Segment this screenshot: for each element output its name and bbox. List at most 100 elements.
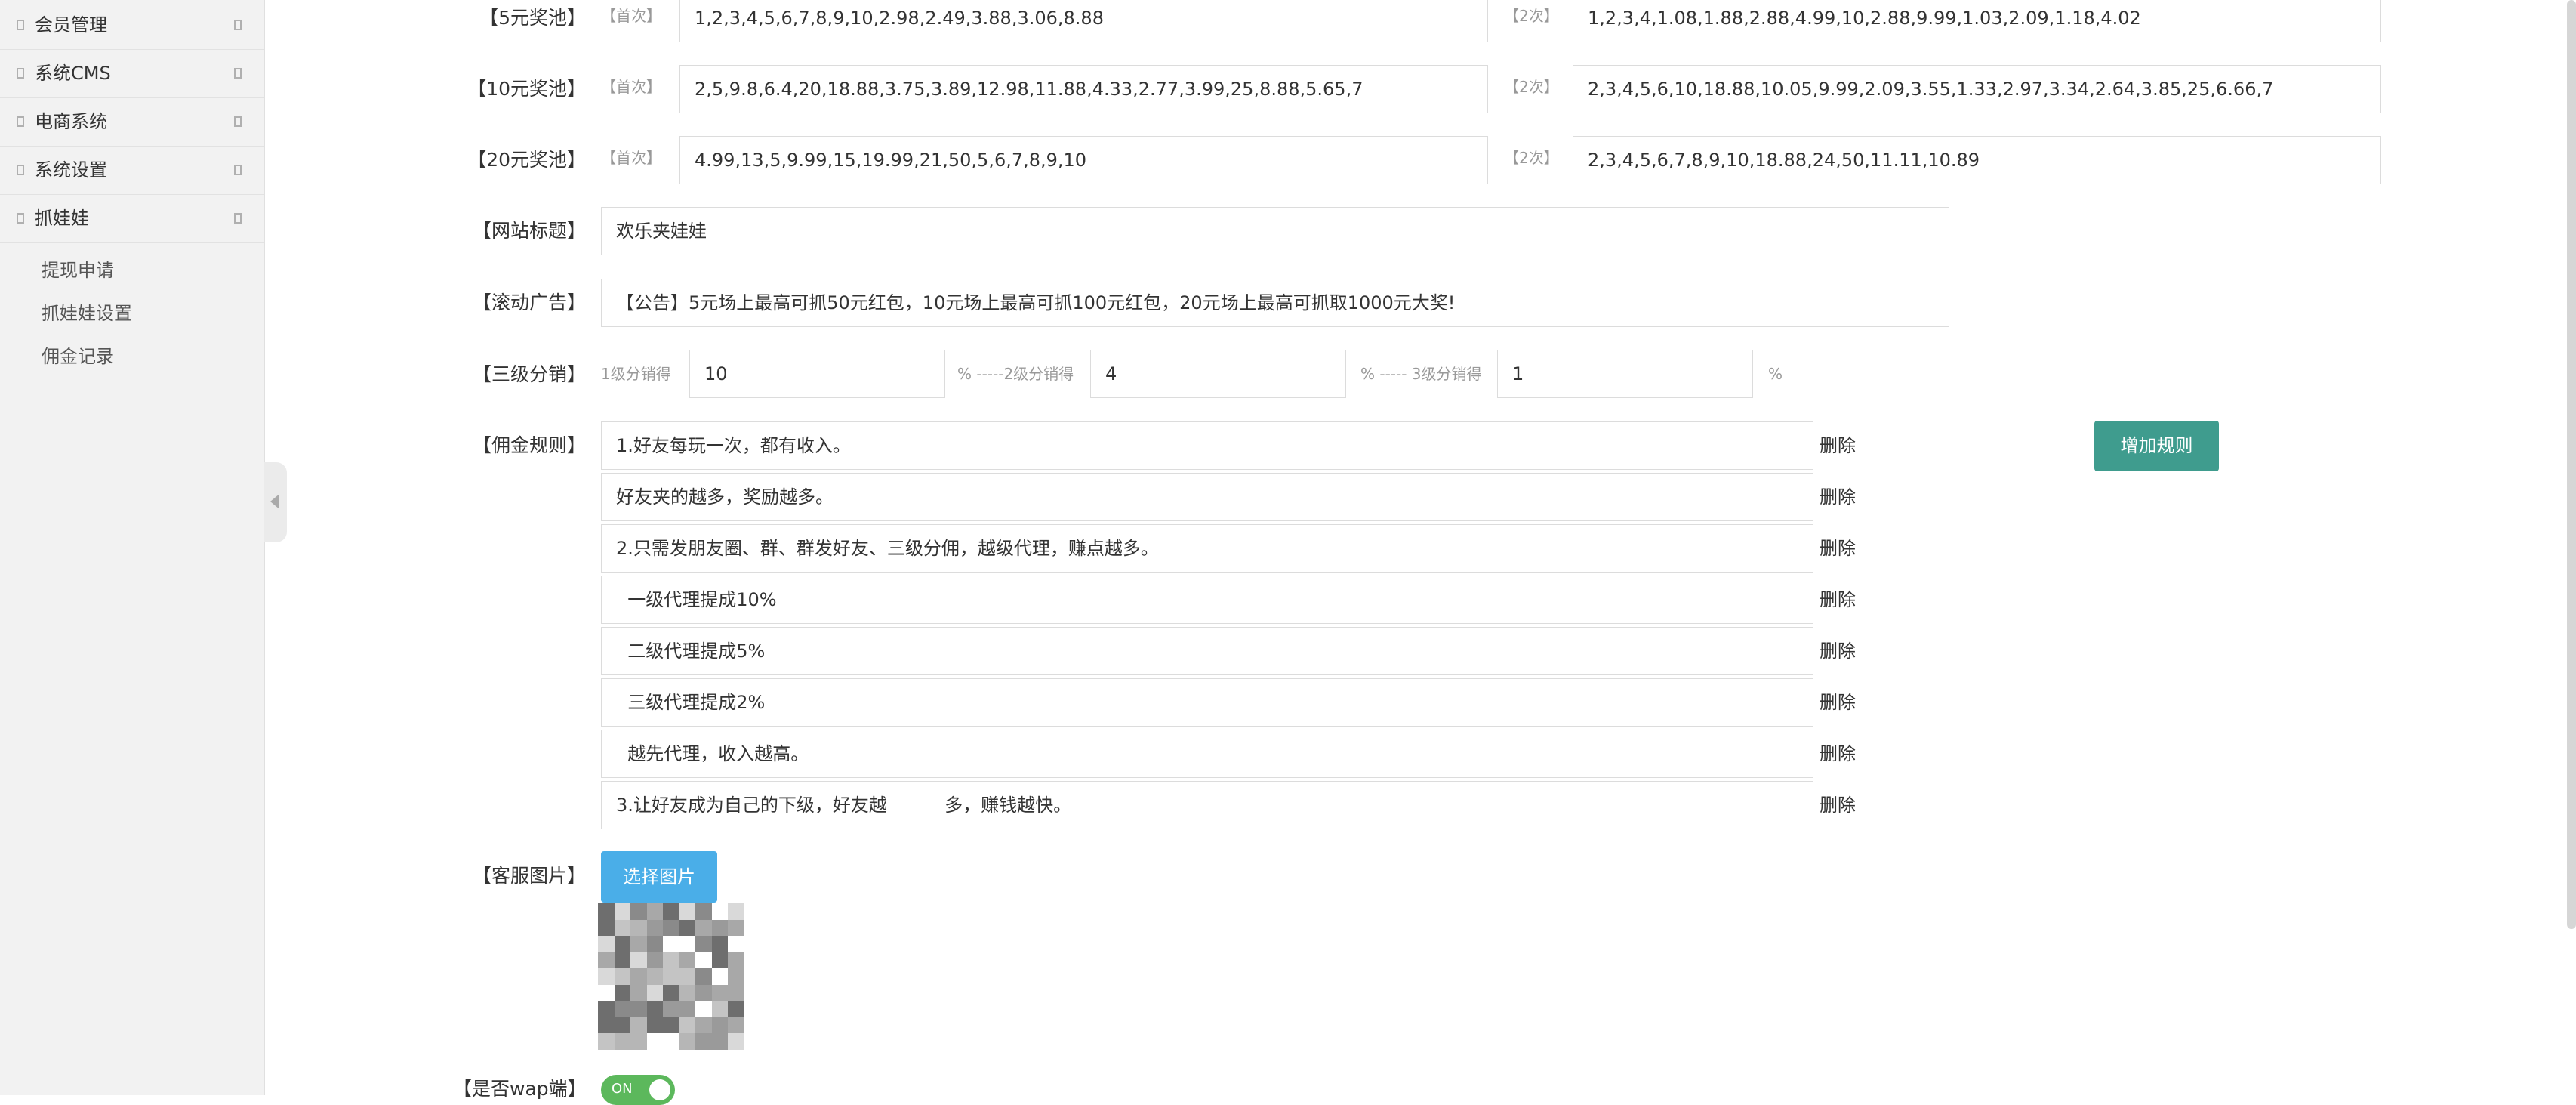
pool-10-first-tag: 【首次】 (601, 78, 661, 96)
expand-icon (234, 20, 242, 30)
delete-rule-link[interactable]: 删除 (1820, 794, 1856, 816)
qr-pixel (630, 1017, 647, 1034)
qr-pixel (728, 936, 744, 952)
sidebar-collapse-handle[interactable] (264, 462, 287, 542)
qr-pixel (663, 968, 679, 985)
qr-pixel (646, 1033, 664, 1050)
qr-pixel (646, 1001, 664, 1017)
pool-10-second-input[interactable]: 2,3,4,5,6,10,18.88,10.05,9.99,2.09,3.55,… (1573, 65, 2381, 113)
qr-pixel (663, 984, 679, 1002)
pool-20-first-input[interactable]: 4.99,13,5,9.99,15,19.99,21,50,5,6,7,8,9,… (679, 136, 1488, 184)
level3-input[interactable]: 1 (1497, 350, 1753, 398)
pool-10-first-input[interactable]: 2,5,9.8,6.4,20,18.88,3.75,3.89,12.98,11.… (679, 65, 1488, 113)
delete-rule-link[interactable]: 删除 (1820, 691, 1856, 714)
menu-item-settings[interactable]: 系统设置 (0, 147, 264, 195)
rule-input[interactable]: 二级代理提成5% (601, 627, 1813, 675)
rule-input[interactable]: 1.好友每玩一次，都有收入。 (601, 421, 1813, 470)
submenu-commission-records[interactable]: 佣金记录 (42, 345, 114, 368)
menu-label: 电商系统 (35, 111, 107, 132)
pool-5-first-tag: 【首次】 (601, 7, 661, 25)
qr-pixel (646, 903, 664, 920)
qr-pixel (614, 1033, 631, 1050)
submenu-claw-settings[interactable]: 抓娃娃设置 (42, 302, 132, 325)
qr-pixel (614, 1017, 631, 1034)
select-image-button[interactable]: 选择图片 (601, 851, 717, 903)
level2-input[interactable]: 4 (1090, 350, 1346, 398)
qr-pixel (614, 984, 631, 1002)
pool-10-label: 【10元奖池】 (467, 78, 586, 100)
delete-rule-link[interactable]: 删除 (1820, 537, 1856, 560)
wap-toggle[interactable]: ON (601, 1075, 675, 1105)
qr-pixel (679, 903, 696, 920)
qr-pixel (679, 1033, 696, 1050)
sidebar: 会员管理 系统CMS 电商系统 系统设置 抓娃娃 提现申请 抓娃娃设置 佣金记录 (0, 0, 265, 1095)
qr-pixel (598, 903, 615, 920)
qr-pixel (695, 903, 712, 920)
qr-pixel (695, 952, 712, 969)
menu-label: 系统CMS (35, 63, 111, 84)
qr-pixel (728, 952, 744, 969)
menu-item-cms[interactable]: 系统CMS (0, 50, 264, 98)
delete-rule-link[interactable]: 删除 (1820, 434, 1856, 457)
menu-icon (17, 165, 24, 175)
pool-20-label: 【20元奖池】 (467, 149, 586, 171)
delete-rule-link[interactable]: 删除 (1820, 640, 1856, 662)
menu-icon (17, 20, 24, 30)
site-title-input[interactable]: 欢乐夹娃娃 (601, 207, 1949, 255)
menu-item-member[interactable]: 会员管理 (0, 2, 264, 50)
qr-pixel (679, 984, 696, 1002)
rule-input[interactable]: 三级代理提成2% (601, 678, 1813, 727)
toggle-state: ON (612, 1081, 633, 1097)
qr-pixel (728, 968, 744, 985)
menu-item-ecommerce[interactable]: 电商系统 (0, 98, 264, 147)
rule-input[interactable]: 一级代理提成10% (601, 576, 1813, 624)
qr-pixel (695, 1001, 712, 1017)
qr-pixel (598, 1033, 615, 1050)
pool-5-second-input[interactable]: 1,2,3,4,1.08,1.88,2.88,4.99,10,2.88,9.99… (1573, 0, 2381, 42)
rule-input[interactable]: 越先代理，收入越高。 (601, 730, 1813, 778)
site-title-label: 【网站标题】 (472, 220, 586, 242)
qr-pixel (679, 936, 696, 952)
rule-input[interactable]: 3.让好友成为自己的下级，好友越 多，赚钱越快。 (601, 781, 1813, 829)
menu-label: 系统设置 (35, 159, 107, 181)
qr-pixel (646, 984, 664, 1002)
qr-pixel (679, 1017, 696, 1034)
qr-pixel (614, 936, 631, 952)
pool-20-first-tag: 【首次】 (601, 149, 661, 167)
qr-pixel (614, 903, 631, 920)
delete-rule-link[interactable]: 删除 (1820, 588, 1856, 611)
qr-pixel (646, 952, 664, 969)
delete-rule-link[interactable]: 删除 (1820, 742, 1856, 765)
level1-input[interactable]: 10 (689, 350, 945, 398)
qr-pixel (679, 1001, 696, 1017)
qr-pixel (630, 1033, 647, 1050)
level1-label: 1级分销得 (601, 365, 671, 383)
qr-pixel (695, 984, 712, 1002)
pool-20-second-input[interactable]: 2,3,4,5,6,7,8,9,10,18.88,24,50,11.11,10.… (1573, 136, 2381, 184)
qr-pixel (679, 968, 696, 985)
qr-pixel (598, 984, 615, 1002)
page-scrollbar[interactable] (2567, 0, 2576, 929)
qr-pixel (695, 1033, 712, 1050)
qr-pixel (711, 936, 729, 952)
menu-item-claw-machine[interactable]: 抓娃娃 (0, 195, 264, 243)
rule-input[interactable]: 好友夹的越多，奖励越多。 (601, 473, 1813, 521)
qr-pixel (630, 952, 647, 969)
expand-icon (234, 68, 242, 79)
expand-icon (234, 165, 242, 175)
delete-rule-link[interactable]: 删除 (1820, 486, 1856, 508)
qr-pixel (711, 984, 729, 1002)
add-rule-button[interactable]: 增加规则 (2094, 421, 2219, 471)
qr-pixel (630, 968, 647, 985)
qr-pixel (679, 919, 696, 937)
submenu-withdraw-requests[interactable]: 提现申请 (42, 259, 114, 282)
rule-input[interactable]: 2.只需发朋友圈、群、群发好友、三级分佣，越级代理，赚点越多。 (601, 524, 1813, 573)
scroll-ad-input[interactable]: 【公告】5元场上最高可抓50元红包，10元场上最高可抓100元红包，20元场上最… (601, 279, 1949, 327)
menu-label: 会员管理 (35, 14, 107, 35)
qr-pixel (614, 968, 631, 985)
pool-5-first-input[interactable]: 1,2,3,4,5,6,7,8,9,10,2.98,2.49,3.88,3.06… (679, 0, 1488, 42)
qr-pixel (728, 1033, 744, 1050)
qr-pixel (630, 903, 647, 920)
qr-pixel (711, 1001, 729, 1017)
qr-pixel (728, 1001, 744, 1017)
